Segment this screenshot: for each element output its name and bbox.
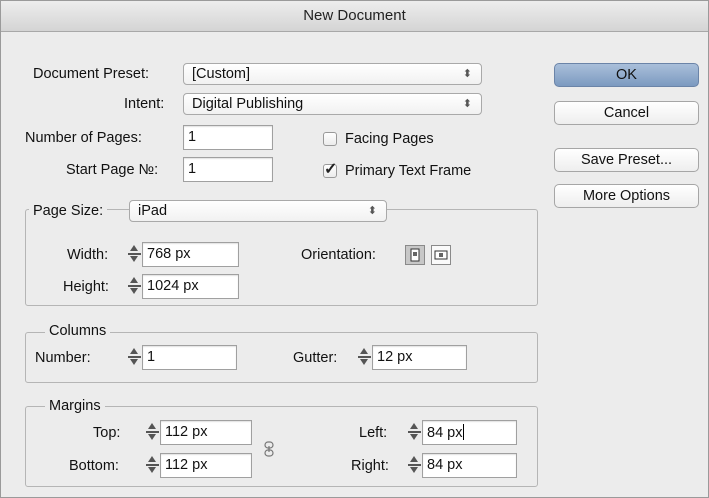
start-page-field[interactable]: 1 (183, 157, 273, 182)
page-size-value: iPad (138, 203, 168, 219)
height-label: Height: (63, 279, 109, 295)
page-size-legend: Page Size: (29, 201, 108, 221)
updown-arrows-icon: ⬍ (367, 205, 377, 217)
document-preset-select[interactable]: [Custom] ⬍ (183, 63, 482, 85)
gutter-label: Gutter: (293, 350, 338, 366)
more-options-button[interactable]: More Options (554, 184, 699, 208)
top-stepper-icon[interactable] (146, 421, 159, 443)
left-margin-value: 84 px (427, 425, 463, 441)
window-title: New Document (1, 1, 708, 32)
left-margin-field[interactable]: 84 px (422, 420, 517, 445)
left-stepper-icon[interactable] (408, 421, 421, 443)
right-margin-field[interactable]: 84 px (422, 453, 517, 478)
margins-legend: Margins (45, 396, 105, 416)
left-label: Left: (359, 425, 388, 441)
height-field[interactable]: 1024 px (142, 274, 239, 299)
save-preset-button[interactable]: Save Preset... (554, 148, 699, 172)
orientation-label: Orientation: (301, 247, 376, 263)
column-number-field[interactable]: 1 (142, 345, 237, 370)
primary-text-frame-checkbox[interactable]: ✓ (323, 161, 337, 178)
right-label: Right: (351, 458, 389, 474)
checkmark-icon: ✓ (324, 161, 338, 178)
height-stepper-icon[interactable] (128, 275, 141, 297)
page-size-select[interactable]: iPad ⬍ (129, 200, 387, 222)
landscape-orientation-icon[interactable] (431, 245, 451, 265)
number-of-pages-field[interactable]: 1 (183, 125, 273, 150)
bottom-stepper-icon[interactable] (146, 454, 159, 476)
intent-label: Intent: (124, 96, 165, 112)
start-page-label: Start Page №: (66, 162, 159, 178)
gutter-stepper-icon[interactable] (358, 346, 371, 368)
number-stepper-icon[interactable] (128, 346, 141, 368)
document-preset-label: Document Preset: (33, 66, 150, 82)
intent-value: Digital Publishing (192, 96, 304, 112)
updown-arrows-icon: ⬍ (462, 98, 472, 110)
chain-link-icon[interactable] (263, 441, 275, 457)
columns-legend: Columns (45, 321, 111, 341)
number-label: Number: (35, 350, 91, 366)
document-preset-value: [Custom] (192, 66, 251, 82)
width-stepper-icon[interactable] (128, 243, 141, 265)
updown-arrows-icon: ⬍ (462, 68, 472, 80)
portrait-orientation-icon[interactable] (405, 245, 425, 265)
top-margin-field[interactable]: 112 px (160, 420, 252, 445)
width-label: Width: (67, 247, 109, 263)
primary-text-frame-label: Primary Text Frame (345, 163, 472, 179)
gutter-field[interactable]: 12 px (372, 345, 467, 370)
facing-pages-label: Facing Pages (345, 131, 434, 147)
top-label: Top: (93, 425, 121, 441)
facing-pages-checkbox[interactable] (323, 132, 337, 146)
number-of-pages-label: Number of Pages: (25, 130, 142, 146)
text-caret (463, 424, 465, 440)
bottom-margin-field[interactable]: 112 px (160, 453, 252, 478)
new-document-dialog: New Document Document Preset: [Custom] ⬍… (0, 0, 709, 498)
bottom-label: Bottom: (69, 458, 119, 474)
cancel-button[interactable]: Cancel (554, 101, 699, 125)
ok-button[interactable]: OK (554, 63, 699, 87)
right-stepper-icon[interactable] (408, 454, 421, 476)
width-field[interactable]: 768 px (142, 242, 239, 267)
intent-select[interactable]: Digital Publishing ⬍ (183, 93, 482, 115)
